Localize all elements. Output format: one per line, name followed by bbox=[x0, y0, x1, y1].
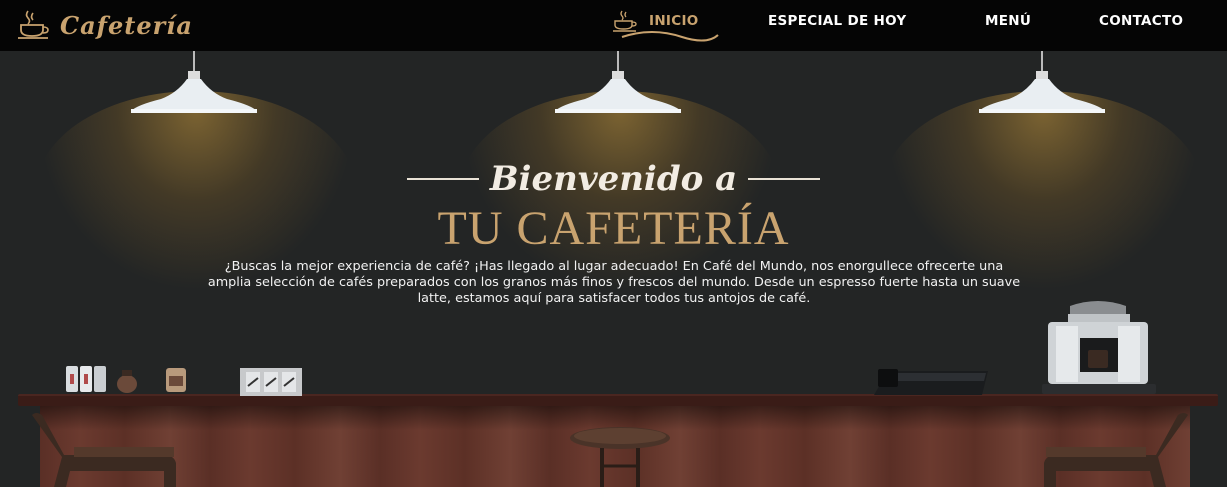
brand-logo[interactable]: Cafetería bbox=[16, 8, 193, 42]
product-cans-image bbox=[66, 366, 186, 393]
decorative-line bbox=[748, 178, 821, 180]
decorative-line bbox=[406, 178, 479, 180]
welcome-text: Bienvenido a bbox=[489, 159, 738, 199]
pendant-lamp-icon bbox=[555, 51, 681, 113]
hero-description: ¿Buscas la mejor experiencia de café? ¡H… bbox=[207, 259, 1021, 306]
nav-item-especial-de-hoy[interactable]: ESPECIAL DE HOY bbox=[768, 13, 906, 29]
hero-title: TU CAFETERÍA bbox=[437, 202, 790, 255]
hero-welcome: Bienvenido a bbox=[0, 159, 1227, 199]
bar-stool-left-image bbox=[32, 413, 176, 487]
pendant-lamp-icon bbox=[131, 51, 257, 113]
hero-section: Bienvenido a TU CAFETERÍA ¿Buscas la mej… bbox=[0, 51, 1227, 487]
top-navbar: Cafetería INICIO ESPECIAL DE HOY MENÚ CO… bbox=[0, 0, 1227, 51]
pendant-lamp-icon bbox=[979, 51, 1105, 113]
nav-item-contacto[interactable]: CONTACTO bbox=[1099, 13, 1183, 29]
bar-stool-right-image bbox=[1044, 413, 1188, 487]
cash-register-image bbox=[874, 369, 988, 395]
counter-top bbox=[18, 394, 1218, 406]
espresso-machine-image bbox=[1042, 301, 1156, 394]
nav-item-menu[interactable]: MENÚ bbox=[985, 13, 1031, 29]
nav-label: INICIO bbox=[649, 13, 699, 29]
bar-stool-center-image bbox=[570, 427, 670, 487]
coffee-cup-icon bbox=[18, 10, 49, 39]
brand-name: Cafetería bbox=[60, 10, 193, 40]
coffee-bags-image bbox=[240, 368, 302, 396]
active-underline-swirl bbox=[621, 31, 719, 42]
